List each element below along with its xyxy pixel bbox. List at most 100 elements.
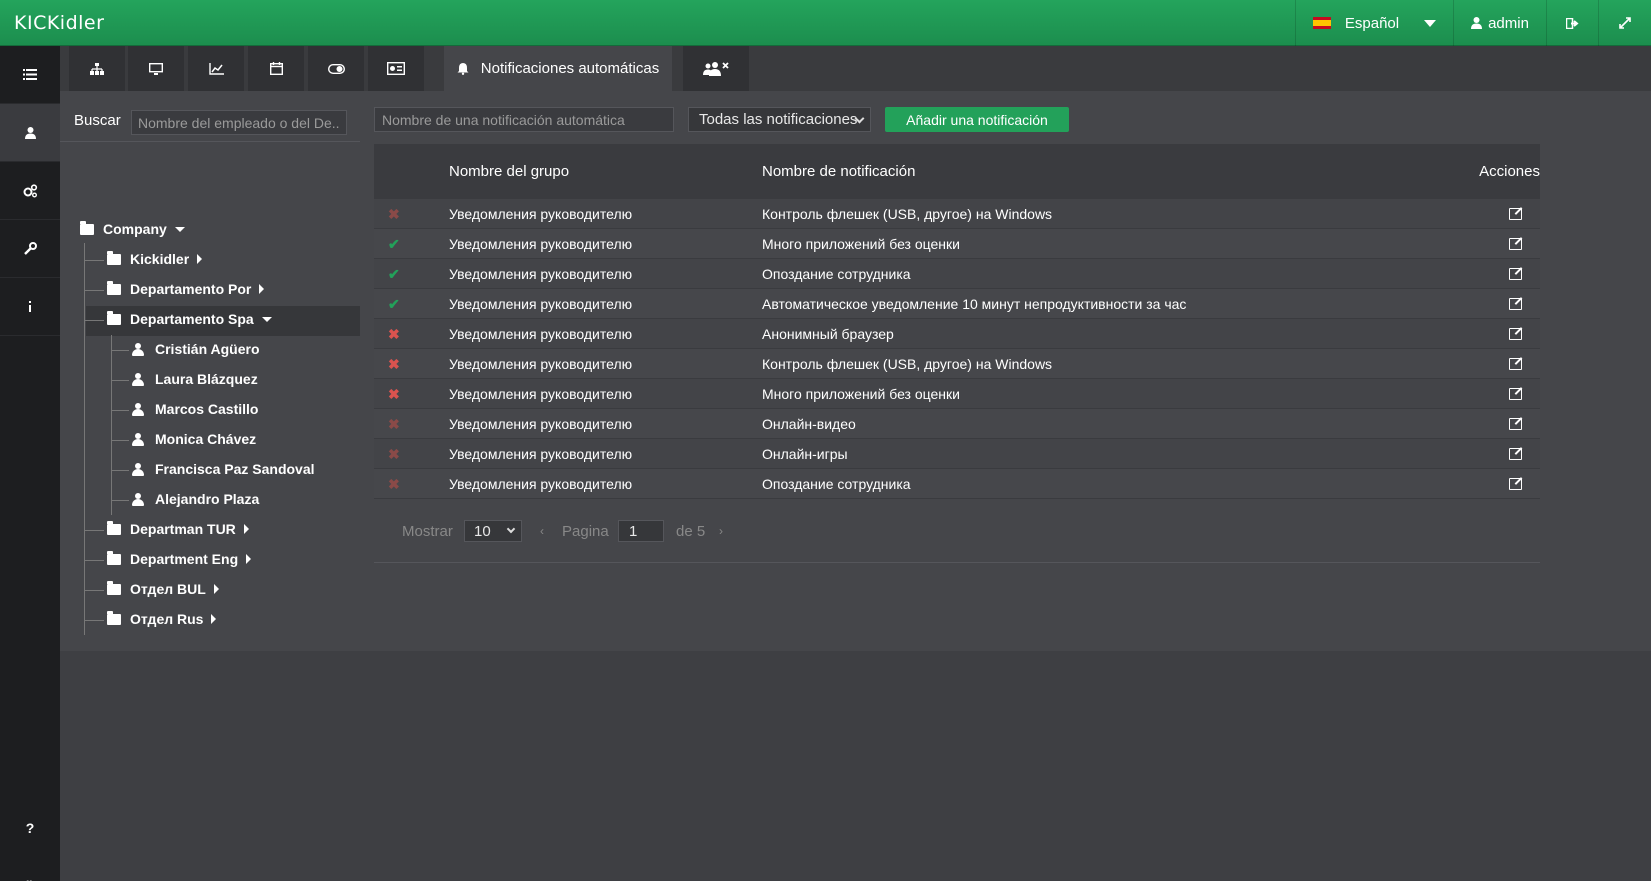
fullscreen-button[interactable]: [1598, 0, 1651, 46]
tab-users-remove[interactable]: [683, 46, 749, 91]
tree-department[interactable]: Department Eng: [107, 550, 252, 567]
list-icon: [23, 69, 37, 80]
user-icon: [1471, 17, 1483, 29]
tree-department[interactable]: Departman TUR: [107, 520, 249, 537]
tree-department[interactable]: Отдел Rus: [107, 610, 217, 627]
table-row: ✖ Уведомления руководителю Онлайн-игры: [374, 439, 1540, 469]
folder-icon: [107, 520, 121, 535]
status-disabled-icon[interactable]: ✖: [388, 409, 408, 439]
tree-department[interactable]: Kickidler: [107, 250, 203, 267]
tree-connector: [84, 260, 104, 261]
status-disabled-icon[interactable]: ✖: [388, 199, 408, 229]
tab-structure[interactable]: [69, 46, 125, 91]
tree-root[interactable]: Company: [80, 220, 185, 237]
edit-button[interactable]: [1509, 199, 1522, 229]
status-disabled-icon[interactable]: ✖: [388, 319, 408, 349]
table-row: ✖ Уведомления руководителю Опоздание сотру…: [374, 469, 1540, 499]
notification-filter-select[interactable]: Todas las notificaciones: [688, 107, 871, 132]
group-name-cell: Уведомления руководителю: [449, 236, 633, 252]
column-header-group[interactable]: Nombre del grupo: [449, 144, 569, 199]
sidebar-item-employees[interactable]: [0, 104, 60, 162]
wrench-icon: [23, 242, 37, 255]
tab-id-cards[interactable]: [368, 46, 424, 91]
tab-toggles[interactable]: [308, 46, 364, 91]
notification-name-cell: Автоматическое уведомление 10 минут непр…: [762, 296, 1187, 312]
next-page-button[interactable]: ›: [719, 514, 723, 548]
status-disabled-icon[interactable]: ✖: [388, 379, 408, 409]
tab-reports[interactable]: [188, 46, 244, 91]
status-disabled-icon[interactable]: ✖: [388, 439, 408, 469]
tree-connector: [111, 470, 129, 471]
notification-filter-value: Todas las notificaciones: [699, 111, 858, 128]
expand-sidebar-button[interactable]: »: [0, 862, 60, 881]
edit-icon: [1509, 358, 1522, 370]
tree-connector: [111, 500, 129, 501]
language-selector[interactable]: Español: [1295, 0, 1453, 46]
app-logo[interactable]: KICKidler: [14, 12, 104, 34]
tree-department-label: Отдел BUL: [130, 581, 206, 597]
logout-button[interactable]: [1546, 0, 1598, 46]
tab-calendar[interactable]: [248, 46, 304, 91]
language-label: Español: [1344, 14, 1400, 32]
sitemap-icon: [90, 62, 104, 75]
edit-button[interactable]: [1509, 289, 1522, 319]
edit-button[interactable]: [1509, 439, 1522, 469]
status-disabled-icon[interactable]: ✖: [388, 469, 408, 499]
notification-search-input[interactable]: [374, 107, 674, 132]
page-size-select[interactable]: 10: [464, 520, 522, 542]
tree-department-selected[interactable]: Departamento Spa: [107, 310, 272, 327]
edit-button[interactable]: [1509, 259, 1522, 289]
employee-search-input[interactable]: [131, 110, 347, 135]
folder-open-icon: [107, 310, 121, 325]
status-disabled-icon[interactable]: ✖: [388, 349, 408, 379]
folder-icon: [107, 610, 121, 625]
sidebar-item-info[interactable]: [0, 278, 60, 336]
status-enabled-icon[interactable]: ✔: [388, 289, 408, 319]
tree-employee[interactable]: Cristián Agüero: [132, 341, 260, 357]
page-label: Pagina: [562, 522, 609, 540]
column-header-notification[interactable]: Nombre de notificación: [762, 144, 915, 199]
edit-button[interactable]: [1509, 229, 1522, 259]
tree-connector: [84, 620, 104, 621]
sidebar-item-list[interactable]: [0, 46, 60, 104]
edit-icon: [1509, 238, 1522, 250]
edit-icon: [1509, 418, 1522, 430]
tree-connector: [111, 440, 129, 441]
tab-monitoring[interactable]: [128, 46, 184, 91]
edit-button[interactable]: [1509, 319, 1522, 349]
show-label: Mostrar: [402, 522, 453, 540]
user-menu[interactable]: admin: [1453, 0, 1546, 46]
tree-employee[interactable]: Laura Blázquez: [132, 371, 258, 387]
notification-name-cell: Онлайн-игры: [762, 446, 848, 462]
status-enabled-icon[interactable]: ✔: [388, 229, 408, 259]
edit-button[interactable]: [1509, 379, 1522, 409]
edit-button[interactable]: [1509, 349, 1522, 379]
tree-department[interactable]: Departamento Por: [107, 280, 265, 297]
sidebar-item-settings[interactable]: [0, 162, 60, 220]
tree-employee[interactable]: Marcos Castillo: [132, 401, 258, 417]
table-row: ✔ Уведомления руководителю Опоздание сотру…: [374, 259, 1540, 289]
tree-employee[interactable]: Francisca Paz Sandoval: [132, 461, 315, 477]
page-total-label: de 5: [676, 522, 706, 540]
id-card-icon: [387, 62, 405, 75]
user-icon: [132, 342, 144, 356]
sidebar-item-tools[interactable]: [0, 220, 60, 278]
tree-employee[interactable]: Monica Chávez: [132, 431, 256, 447]
fullscreen-icon: [1619, 17, 1631, 29]
add-notification-button[interactable]: Añadir una notificación: [885, 107, 1069, 132]
status-enabled-icon[interactable]: ✔: [388, 259, 408, 289]
tree-department-label: Departman TUR: [130, 521, 236, 537]
group-name-cell: Уведомления руководителю: [449, 446, 633, 462]
tree-department-label: Отдел Rus: [130, 611, 204, 627]
edit-button[interactable]: [1509, 409, 1522, 439]
tab-notifications[interactable]: Notificaciones automáticas: [444, 46, 672, 91]
tree-connector: [111, 380, 129, 381]
tree-employee[interactable]: Alejandro Plaza: [132, 491, 259, 507]
prev-page-button[interactable]: ‹: [540, 514, 544, 548]
notification-name-cell: Анонимный браузер: [762, 326, 894, 342]
table-row: ✖ Уведомления руководителю Контроль флешек…: [374, 349, 1540, 379]
page-number-input[interactable]: 1: [618, 520, 664, 542]
help-button[interactable]: ?: [0, 808, 60, 848]
tree-department[interactable]: Отдел BUL: [107, 580, 219, 597]
edit-button[interactable]: [1509, 469, 1522, 499]
